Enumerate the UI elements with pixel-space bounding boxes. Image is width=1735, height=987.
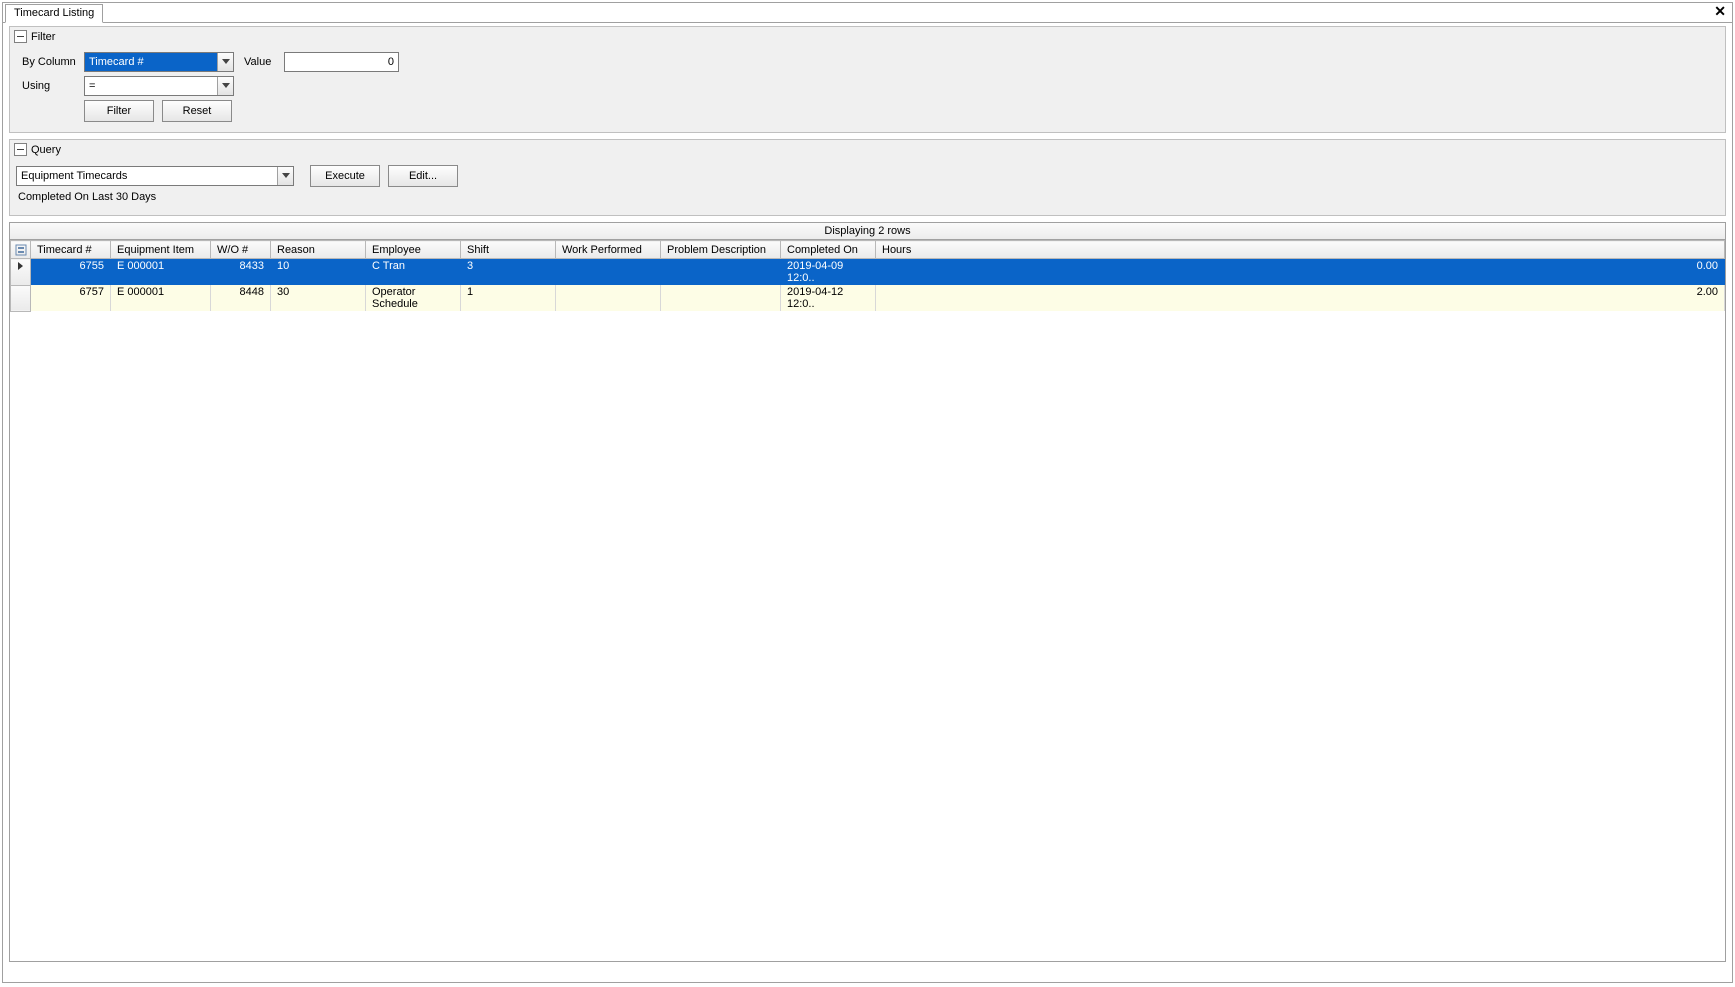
- using-label: Using: [22, 80, 84, 92]
- cell-employee: Operator Schedule: [366, 285, 461, 311]
- col-hours[interactable]: Hours: [876, 241, 1725, 259]
- col-employee[interactable]: Employee: [366, 241, 461, 259]
- row-indicator: [11, 285, 31, 311]
- query-group: Query Equipment Timecards Execute Edit..…: [9, 139, 1726, 216]
- query-select[interactable]: Equipment Timecards: [16, 166, 294, 186]
- col-equipment[interactable]: Equipment Item: [111, 241, 211, 259]
- edit-button[interactable]: Edit...: [388, 165, 458, 187]
- cell-hours: 0.00: [876, 259, 1725, 286]
- body: Filter By Column Timecard # Value Using: [3, 23, 1732, 968]
- using-value: =: [85, 77, 217, 95]
- col-timecard[interactable]: Timecard #: [31, 241, 111, 259]
- cell-problem: [661, 285, 781, 311]
- query-description: Completed On Last 30 Days: [16, 191, 1719, 209]
- window: Timecard Listing ✕ Filter By Column Time…: [2, 2, 1733, 983]
- cell-shift: 3: [461, 259, 556, 286]
- cell-reason: 30: [271, 285, 366, 311]
- cell-timecard: 6755: [31, 259, 111, 286]
- cell-timecard: 6757: [31, 285, 111, 311]
- query-title: Query: [31, 144, 61, 156]
- cell-completed: 2019-04-09 12:0..: [781, 259, 876, 286]
- query-selected: Equipment Timecards: [17, 167, 277, 185]
- chevron-down-icon[interactable]: [277, 167, 293, 185]
- close-icon[interactable]: ✕: [1714, 4, 1726, 18]
- row-indicator: [11, 259, 31, 286]
- col-wo[interactable]: W/O #: [211, 241, 271, 259]
- grid-scroll[interactable]: Timecard # Equipment Item W/O # Reason E…: [10, 240, 1725, 961]
- cell-work: [556, 285, 661, 311]
- collapse-query-icon[interactable]: [14, 143, 27, 156]
- cell-employee: C Tran: [366, 259, 461, 286]
- grid-header-row: Timecard # Equipment Item W/O # Reason E…: [11, 241, 1725, 259]
- cell-wo: 8433: [211, 259, 271, 286]
- value-label: Value: [244, 56, 284, 68]
- by-column-select[interactable]: Timecard #: [84, 52, 234, 72]
- cell-hours: 2.00: [876, 285, 1725, 311]
- by-column-value: Timecard #: [85, 53, 217, 71]
- col-work[interactable]: Work Performed: [556, 241, 661, 259]
- reset-button[interactable]: Reset: [162, 100, 232, 122]
- row-pointer-icon: [18, 262, 23, 270]
- by-column-label: By Column: [22, 56, 84, 68]
- using-select[interactable]: =: [84, 76, 234, 96]
- chevron-down-icon[interactable]: [217, 77, 233, 95]
- filter-button[interactable]: Filter: [84, 100, 154, 122]
- table-row[interactable]: 6757 E 000001 8448 30 Operator Schedule …: [11, 285, 1725, 311]
- col-completed[interactable]: Completed On: [781, 241, 876, 259]
- grid-caption: Displaying 2 rows: [10, 223, 1725, 240]
- cell-equipment: E 000001: [111, 285, 211, 311]
- cell-wo: 8448: [211, 285, 271, 311]
- tab-strip: Timecard Listing ✕: [3, 3, 1732, 23]
- col-reason[interactable]: Reason: [271, 241, 366, 259]
- grid-corner[interactable]: [11, 241, 31, 259]
- results-grid: Displaying 2 rows: [9, 222, 1726, 962]
- cell-reason: 10: [271, 259, 366, 286]
- cell-shift: 1: [461, 285, 556, 311]
- cell-equipment: E 000001: [111, 259, 211, 286]
- chevron-down-icon[interactable]: [217, 53, 233, 71]
- col-problem[interactable]: Problem Description: [661, 241, 781, 259]
- value-input[interactable]: [284, 52, 399, 72]
- collapse-filter-icon[interactable]: [14, 30, 27, 43]
- filter-title: Filter: [31, 31, 55, 43]
- execute-button[interactable]: Execute: [310, 165, 380, 187]
- grid-options-icon[interactable]: [11, 244, 30, 256]
- col-shift[interactable]: Shift: [461, 241, 556, 259]
- filter-group: Filter By Column Timecard # Value Using: [9, 26, 1726, 133]
- cell-problem: [661, 259, 781, 286]
- cell-completed: 2019-04-12 12:0..: [781, 285, 876, 311]
- cell-work: [556, 259, 661, 286]
- tab-timecard-listing[interactable]: Timecard Listing: [5, 4, 103, 23]
- table-row[interactable]: 6755 E 000001 8433 10 C Tran 3 2019-04-0…: [11, 259, 1725, 286]
